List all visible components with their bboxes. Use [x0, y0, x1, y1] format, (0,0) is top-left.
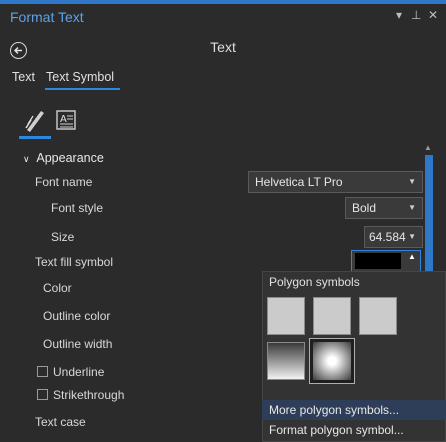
- symbol-swatch-linear-gradient[interactable]: [264, 339, 308, 383]
- tab-text[interactable]: Text: [12, 70, 35, 84]
- swatch-preview: [267, 297, 305, 335]
- appearance-section-header[interactable]: ∨ Appearance: [23, 151, 104, 165]
- text-case-label: Text case: [35, 415, 86, 429]
- underline-label: Underline: [53, 365, 105, 379]
- chevron-down-icon: ∨: [23, 154, 30, 164]
- swatch-preview: [267, 342, 305, 380]
- symbol-swatch-gray-3[interactable]: [356, 294, 400, 338]
- more-polygon-symbols-item[interactable]: More polygon symbols...: [262, 400, 446, 420]
- text-properties-icon: A: [56, 110, 76, 130]
- symbol-swatch-gray-1[interactable]: [264, 294, 308, 338]
- active-tab-indicator: [45, 88, 120, 90]
- swatch-preview: [313, 342, 351, 380]
- outline-color-label: Outline color: [43, 309, 111, 323]
- font-name-label: Font name: [35, 175, 93, 189]
- window-title: Format Text: [10, 9, 84, 25]
- strikethrough-checkbox[interactable]: [37, 389, 48, 400]
- symbol-swatch-radial-gradient[interactable]: [309, 338, 355, 384]
- font-style-dropdown[interactable]: Bold ▼: [345, 197, 423, 219]
- strikethrough-label: Strikethrough: [53, 388, 125, 402]
- fill-color-swatch: [355, 253, 401, 269]
- color-label: Color: [43, 281, 72, 295]
- swatch-preview: [313, 297, 351, 335]
- swatch-preview: [359, 297, 397, 335]
- chevron-down-icon: ▼: [408, 203, 416, 212]
- font-name-dropdown[interactable]: Helvetica LT Pro ▼: [248, 171, 423, 193]
- size-dropdown[interactable]: 64.5846 ▼: [364, 226, 423, 248]
- pen-icon: [25, 111, 44, 132]
- scroll-up-icon[interactable]: ▲: [424, 143, 432, 152]
- size-label: Size: [51, 230, 75, 244]
- icon-tab-symbol[interactable]: [22, 107, 48, 133]
- active-icon-tab-indicator: [19, 136, 51, 139]
- pane-menu-icon[interactable]: ▾: [396, 8, 402, 22]
- font-style-label: Font style: [51, 201, 104, 215]
- svg-text:A: A: [60, 114, 67, 125]
- pin-icon[interactable]: ⊥: [411, 8, 421, 22]
- symbol-swatch-gray-2[interactable]: [310, 294, 354, 338]
- title-accent-bar: [0, 0, 446, 4]
- icon-tab-properties[interactable]: A: [53, 107, 79, 133]
- chevron-up-icon: ▲: [408, 252, 416, 261]
- close-icon[interactable]: ✕: [428, 8, 438, 22]
- text-fill-symbol-label: Text fill symbol: [35, 255, 114, 269]
- tab-text-symbol[interactable]: Text Symbol: [46, 70, 114, 84]
- font-style-value: Bold: [352, 201, 377, 215]
- popup-title: Polygon symbols: [269, 275, 360, 289]
- font-name-value: Helvetica LT Pro: [255, 175, 343, 189]
- format-polygon-symbol-item[interactable]: Format polygon symbol...: [262, 420, 446, 440]
- appearance-heading: Appearance: [36, 151, 104, 165]
- chevron-down-icon: ▼: [408, 177, 416, 186]
- underline-checkbox[interactable]: [37, 366, 48, 377]
- pane-title: Text: [210, 39, 236, 55]
- chevron-down-icon: ▼: [406, 227, 416, 247]
- outline-width-label: Outline width: [43, 337, 113, 351]
